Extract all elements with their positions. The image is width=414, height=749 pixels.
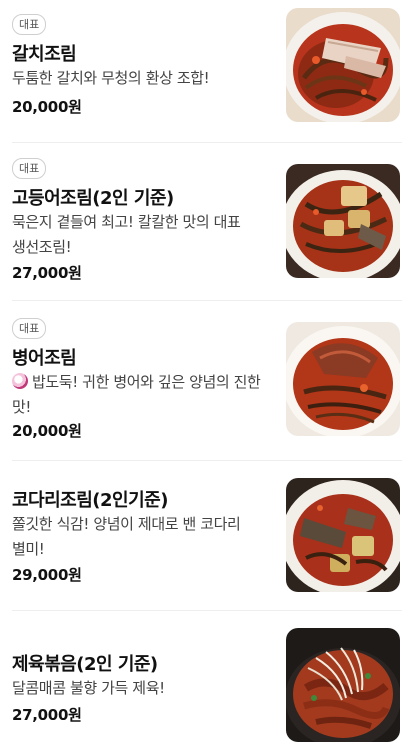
menu-item-price: 29,000원 bbox=[12, 566, 82, 584]
menu-item-name: 제육볶음(2인 기준) bbox=[12, 654, 158, 675]
braised-pomfret-photo bbox=[286, 322, 400, 436]
menu-item-description: 두툼한 갈치와 무청의 환상 조합! bbox=[12, 69, 210, 87]
menu-item-photo[interactable] bbox=[286, 164, 400, 278]
menu-item-photo[interactable] bbox=[286, 8, 400, 122]
menu-item-description: 밥도둑! 귀한 병어와 깊은 양념의 진한 맛! bbox=[12, 373, 261, 416]
menu-item-description: 쫄깃한 식감! 양념이 제대로 밴 코다리 별미! bbox=[12, 515, 241, 558]
item-divider bbox=[12, 610, 402, 611]
onion-icon bbox=[12, 373, 28, 389]
braised-mackerel-photo bbox=[286, 164, 400, 278]
menu-item-price: 20,000원 bbox=[12, 98, 82, 116]
menu-item-photo[interactable] bbox=[286, 322, 400, 436]
item-divider bbox=[12, 300, 402, 301]
braised-cutlassfish-photo bbox=[286, 8, 400, 122]
menu-item-photo[interactable] bbox=[286, 628, 400, 742]
menu-item-description: 달콤매콤 불향 가득 제육! bbox=[12, 679, 165, 697]
menu-item-description: 묵은지 곁들여 최고! 칼칼한 맛의 대표 생선조림! bbox=[12, 213, 241, 256]
spicy-pork-stir-fry-photo bbox=[286, 628, 400, 742]
menu-item[interactable]: 대표 갈치조림 두툼한 갈치와 무청의 환상 조합! 20,000원 bbox=[0, 0, 414, 130]
signature-badge: 대표 bbox=[12, 14, 47, 35]
menu-item-name: 코다리조림(2인기준) bbox=[12, 490, 168, 511]
menu-item-price: 27,000원 bbox=[12, 706, 82, 724]
menu-item-price: 27,000원 bbox=[12, 264, 82, 282]
menu-item-name: 병어조림 bbox=[12, 348, 77, 369]
menu-item-price: 20,000원 bbox=[12, 422, 82, 440]
item-divider bbox=[12, 142, 402, 143]
item-divider bbox=[12, 460, 402, 461]
menu-item-photo[interactable] bbox=[286, 478, 400, 592]
signature-badge: 대표 bbox=[12, 318, 47, 339]
menu-list: 대표 갈치조림 두툼한 갈치와 무청의 환상 조합! 20,000원 대표 고등… bbox=[0, 0, 414, 749]
menu-item-name: 갈치조림 bbox=[12, 44, 77, 65]
menu-item[interactable]: 제육볶음(2인 기준) 달콤매콤 불향 가득 제육! 27,000원 bbox=[0, 616, 414, 746]
menu-item[interactable]: 대표 병어조림 밥도둑! 귀한 병어와 깊은 양념의 진한 맛! 20,000원 bbox=[0, 306, 414, 440]
braised-dried-pollock-photo bbox=[286, 478, 400, 592]
signature-badge: 대표 bbox=[12, 158, 47, 179]
menu-item-name: 고등어조림(2인 기준) bbox=[12, 188, 174, 209]
menu-item[interactable]: 코다리조림(2인기준) 쫄깃한 식감! 양념이 제대로 밴 코다리 별미! 29… bbox=[0, 466, 414, 596]
menu-item[interactable]: 대표 고등어조림(2인 기준) 묵은지 곁들여 최고! 칼칼한 맛의 대표 생선… bbox=[0, 148, 414, 282]
